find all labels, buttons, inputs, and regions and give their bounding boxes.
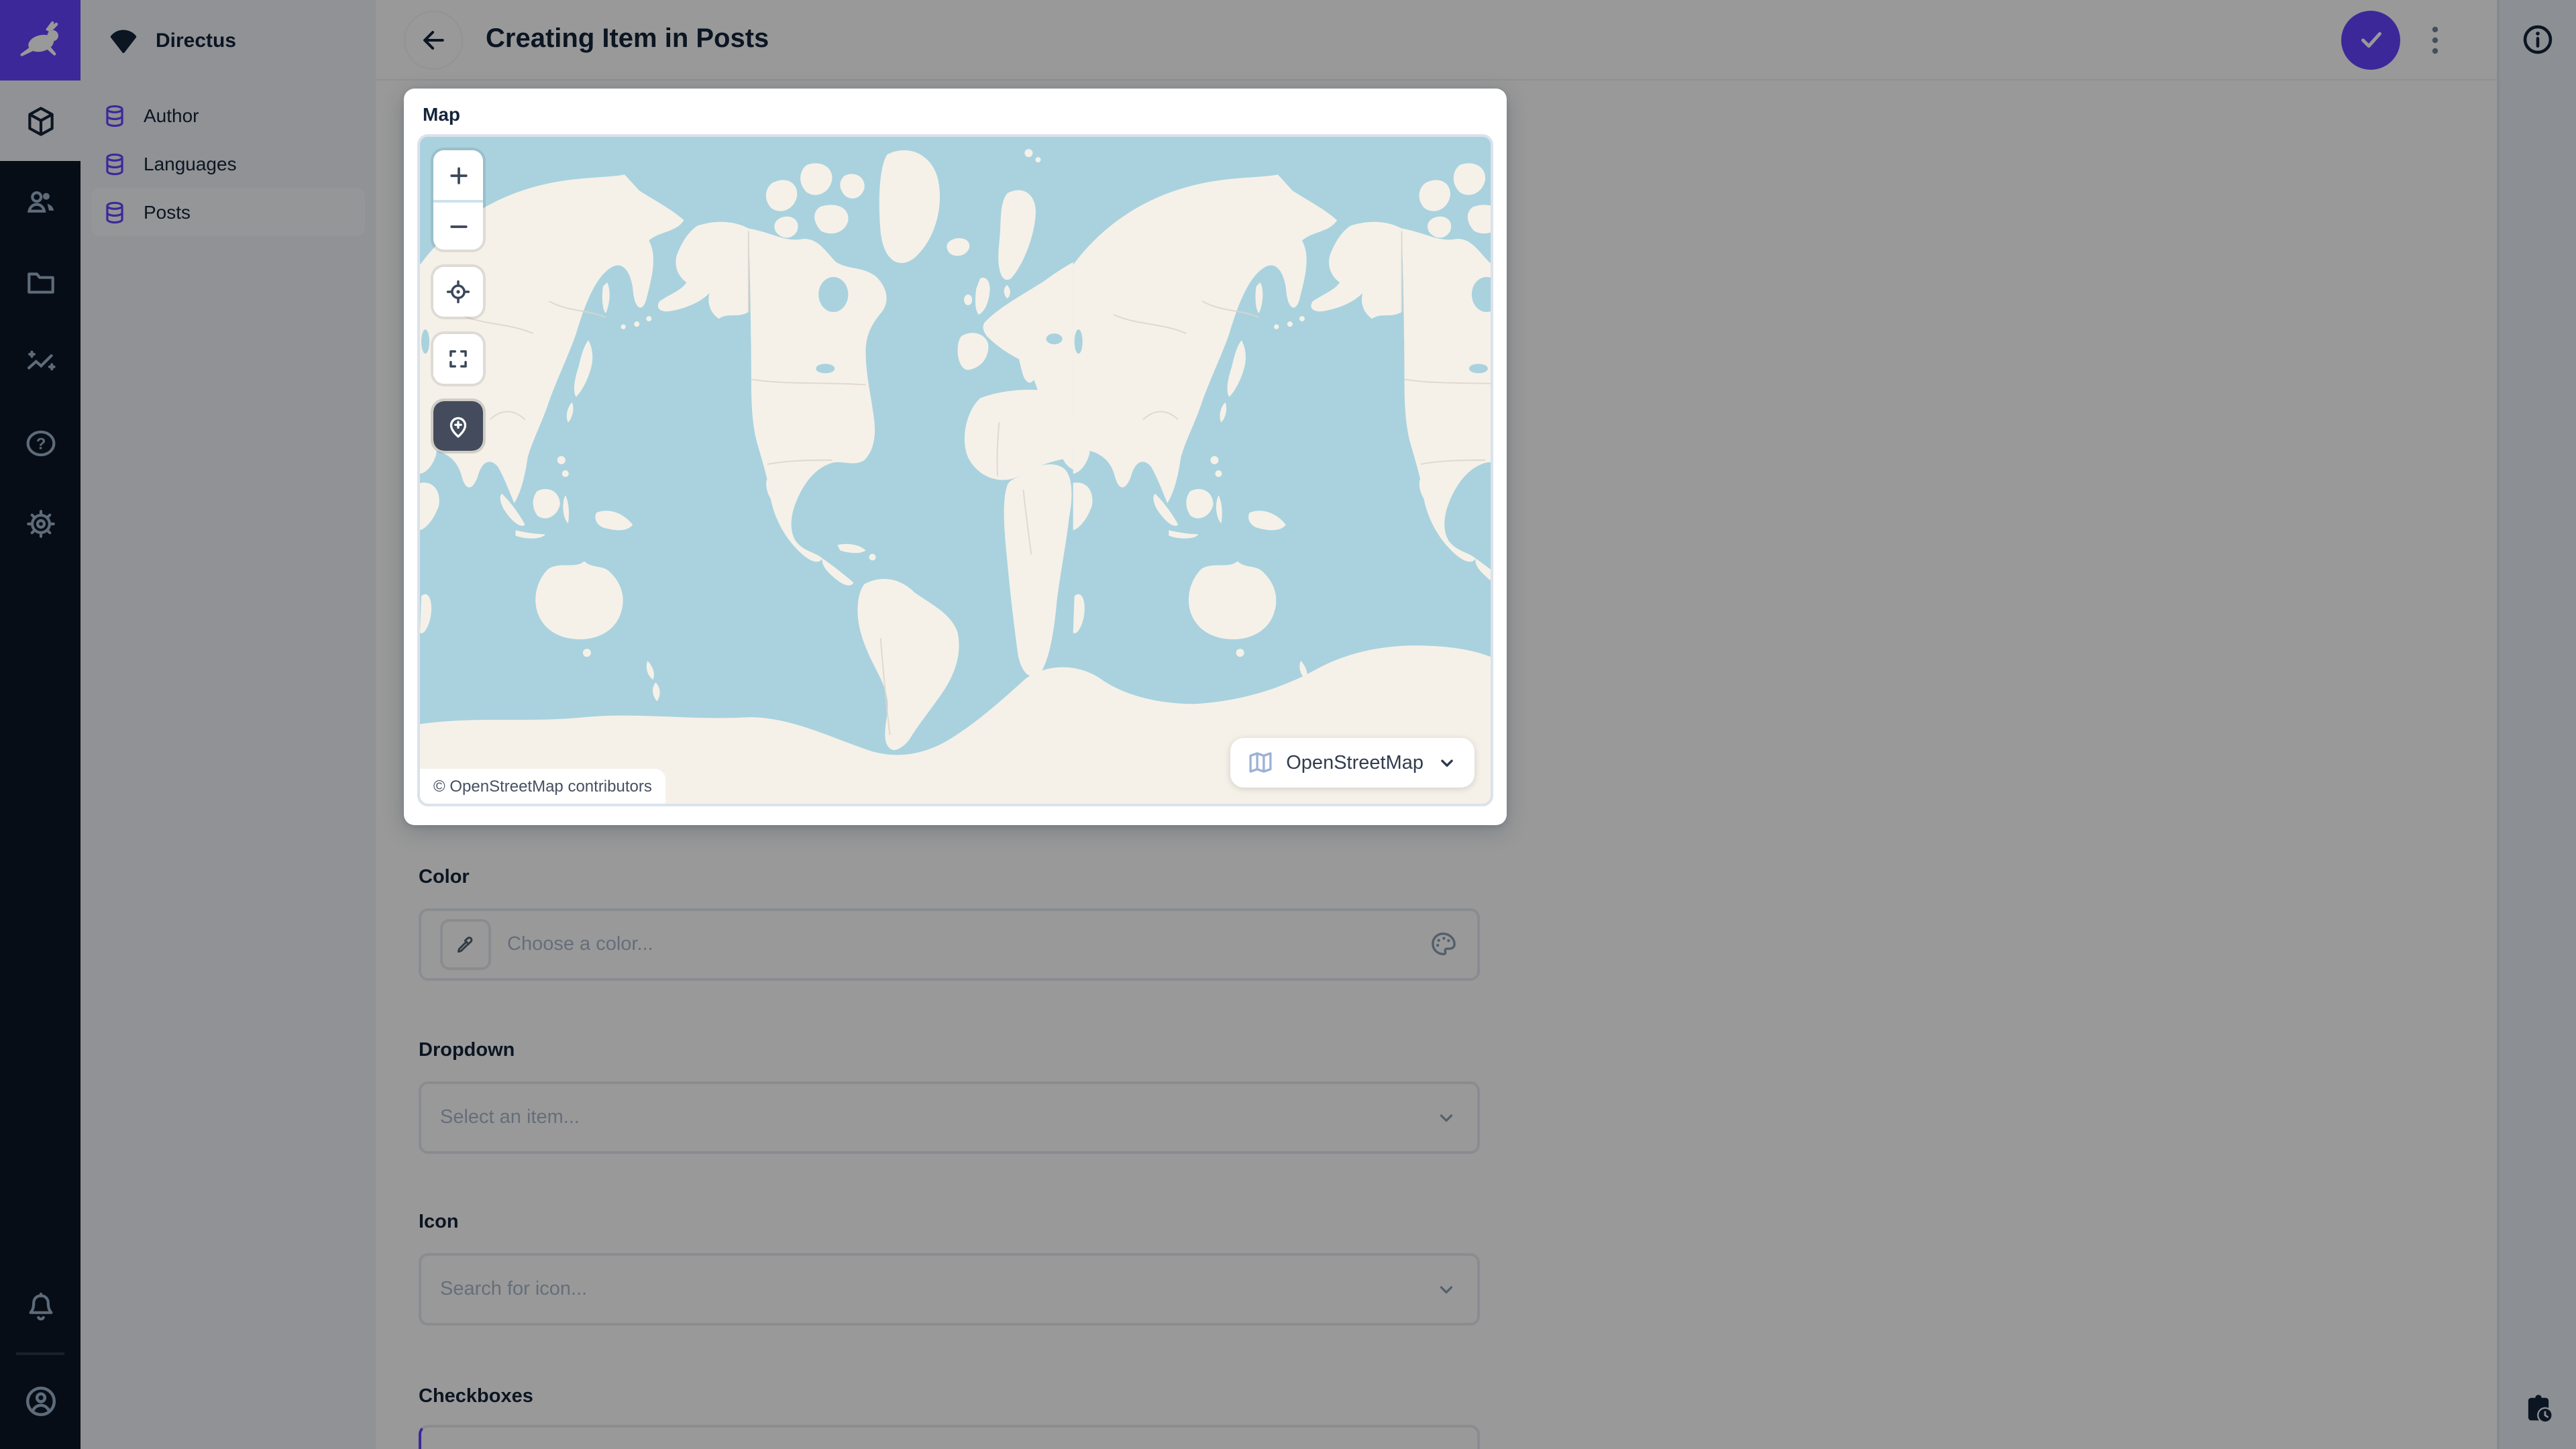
world-map [420,137,1491,804]
zoom-out-button[interactable] [433,200,483,250]
app-window: ? Directus Author Languages Posts Creati… [0,0,2576,1449]
map-controls [433,150,483,451]
fullscreen-button[interactable] [433,334,483,384]
map-attribution[interactable]: © OpenStreetMap contributors [420,769,665,804]
map-icon [1246,749,1274,777]
crosshair-gps-icon [444,278,472,306]
map-canvas[interactable]: © OpenStreetMap contributors OpenStreetM… [417,134,1493,806]
fullscreen-icon [445,346,471,372]
geolocate-control [433,267,483,317]
geolocate-button[interactable] [433,267,483,317]
basemap-select-button[interactable]: OpenStreetMap [1230,738,1474,788]
basemap-label: OpenStreetMap [1286,752,1424,773]
add-point-control [433,401,483,451]
zoom-in-button[interactable] [433,150,483,200]
map-field-label: Map [423,103,460,125]
zoom-control-group [433,150,483,250]
chevron-down-icon [1436,751,1458,774]
map-field-card: Map © OpenStreetMap contributors OpenStr… [404,89,1507,825]
plus-icon [445,162,472,189]
add-point-button[interactable] [433,401,483,451]
fullscreen-control [433,334,483,384]
pin-plus-icon [444,412,472,440]
minus-icon [445,213,472,239]
